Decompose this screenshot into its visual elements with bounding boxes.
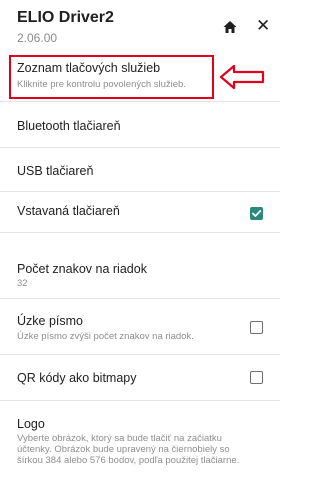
setting-title: Úzke písmo xyxy=(17,314,83,328)
qr-bitmap-checkbox[interactable] xyxy=(250,371,263,384)
setting-title: Logo xyxy=(17,417,45,431)
setting-subtitle: Úzke písmo zvýši počet znakov na riadok. xyxy=(17,331,194,342)
setting-logo[interactable]: Logo Vyberte obrázok, ktorý sa bude tlač… xyxy=(0,401,280,488)
highlight-box xyxy=(9,55,214,99)
narrow-font-checkbox[interactable] xyxy=(250,321,263,334)
setting-title: Vstavaná tlačiareň xyxy=(17,204,120,218)
app-version: 2.06.00 xyxy=(17,31,58,45)
setting-title: Počet znakov na riadok xyxy=(17,262,147,276)
setting-title: Bluetooth tlačiareň xyxy=(17,119,121,133)
setting-narrow-font[interactable]: Úzke písmo Úzke písmo zvýši počet znakov… xyxy=(0,299,280,355)
app-header: ELIO Driver2 2.06.00 ✕ xyxy=(0,0,280,52)
setting-bluetooth-printer[interactable]: Bluetooth tlačiareň xyxy=(0,102,280,148)
checkmark-icon xyxy=(252,210,262,217)
setting-usb-printer[interactable]: USB tlačiareň xyxy=(0,148,280,192)
arrow-left-icon xyxy=(219,64,265,90)
setting-built-in-printer[interactable]: Vstavaná tlačiareň xyxy=(0,192,280,233)
setting-subtitle: Vyberte obrázok, ktorý sa bude tlačiť na… xyxy=(17,433,240,466)
setting-qr-bitmap[interactable]: QR kódy ako bitmapy xyxy=(0,355,280,401)
setting-title: USB tlačiareň xyxy=(17,164,94,178)
setting-subtitle: 32 xyxy=(17,278,28,289)
home-icon[interactable] xyxy=(223,20,237,34)
setting-title: QR kódy ako bitmapy xyxy=(17,371,137,385)
built-in-printer-checkbox[interactable] xyxy=(250,207,263,220)
app-title: ELIO Driver2 xyxy=(17,9,114,26)
setting-chars-per-line[interactable]: Počet znakov na riadok 32 xyxy=(0,233,280,299)
close-icon[interactable]: ✕ xyxy=(256,17,270,34)
